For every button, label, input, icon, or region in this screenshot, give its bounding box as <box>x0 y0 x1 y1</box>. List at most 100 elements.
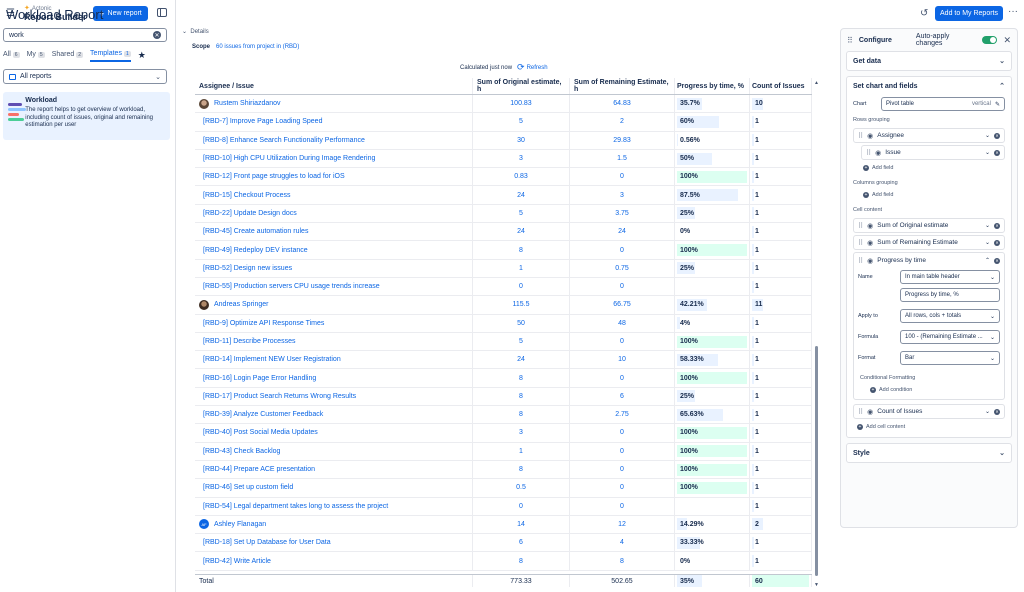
auto-apply-toggle[interactable] <box>981 36 998 44</box>
issue-link[interactable]: [RBD-8] Enhance Search Functionality Per… <box>199 137 365 144</box>
add-cell-content-button[interactable]: + Add cell content <box>847 421 1011 433</box>
drag-icon[interactable]: ⠿ <box>866 149 871 157</box>
remove-icon[interactable]: ✕ <box>994 257 1000 264</box>
name-text-input[interactable]: Progress by time, % <box>900 288 1000 302</box>
chevron-down-icon[interactable]: ⌄ <box>985 239 990 246</box>
remaining-value[interactable]: 0.75 <box>615 265 629 272</box>
original-value[interactable]: 8 <box>519 466 523 473</box>
original-value[interactable]: 24 <box>517 356 525 363</box>
tab-shared[interactable]: Shared 2 <box>52 50 84 62</box>
drag-handle-icon[interactable]: ⠿ <box>847 36 853 45</box>
remaining-value[interactable]: 64.83 <box>613 100 631 107</box>
original-value[interactable]: 24 <box>517 228 525 235</box>
set-chart-header[interactable]: Set chart and fields ⌃ <box>847 77 1011 95</box>
remaining-value[interactable]: 48 <box>618 320 626 327</box>
remove-icon[interactable]: ✕ <box>994 132 1000 139</box>
original-value[interactable]: 8 <box>519 558 523 565</box>
chart-type-select[interactable]: Pivot table vertical ✎ <box>881 97 1005 111</box>
table-scrollbar[interactable] <box>814 78 819 588</box>
sidebar-toggle-icon[interactable] <box>157 8 167 17</box>
format-select[interactable]: Bar ⌄ <box>900 351 1000 365</box>
remove-icon[interactable]: ✕ <box>994 239 1000 246</box>
remaining-value[interactable]: 3 <box>620 192 624 199</box>
scroll-up-icon[interactable]: ▲ <box>814 80 819 86</box>
original-value[interactable]: 3 <box>519 155 523 162</box>
issue-link[interactable]: [RBD-49] Redeploy DEV instance <box>199 247 308 254</box>
remaining-value[interactable]: 0 <box>620 503 624 510</box>
formula-select[interactable]: 100 - (Remaining Estimate ... ⌄ <box>900 330 1000 344</box>
original-value[interactable]: 50 <box>517 320 525 327</box>
issue-link[interactable]: [RBD-18] Set Up Database for User Data <box>199 539 331 546</box>
remaining-value[interactable]: 0 <box>620 247 624 254</box>
eye-icon[interactable]: ◉ <box>867 408 873 416</box>
original-value[interactable]: 24 <box>517 192 525 199</box>
issue-link[interactable]: [RBD-12] Front page struggles to load fo… <box>199 173 345 180</box>
remaining-value[interactable]: 1.5 <box>617 155 627 162</box>
remaining-value[interactable]: 0 <box>620 484 624 491</box>
chevron-down-icon[interactable]: ⌄ <box>985 222 990 229</box>
issue-link[interactable]: [RBD-40] Post Social Media Updates <box>199 429 318 436</box>
eye-icon[interactable]: ◉ <box>867 257 873 265</box>
original-value[interactable]: 1 <box>519 265 523 272</box>
issue-link[interactable]: [RBD-17] Product Search Returns Wrong Re… <box>199 393 356 400</box>
chevron-up-icon[interactable]: ⌃ <box>985 257 990 264</box>
original-value[interactable]: 30 <box>517 137 525 144</box>
issue-link[interactable]: [RBD-54] Legal department takes long to … <box>199 503 388 510</box>
eye-icon[interactable]: ◉ <box>875 149 881 157</box>
cell-field-progress[interactable]: ⠿ ◉ Progress by time ⌃ ✕ <box>854 253 1004 268</box>
header-count[interactable]: Count of Issues <box>750 78 812 94</box>
remaining-value[interactable]: 0 <box>620 338 624 345</box>
tab-templates[interactable]: Templates 1 <box>90 50 131 62</box>
issue-link[interactable]: [RBD-43] Check Backlog <box>199 448 280 455</box>
search-input[interactable]: work ✕ <box>3 28 167 42</box>
issue-link[interactable]: [RBD-7] Improve Page Loading Speed <box>199 118 322 125</box>
details-toggle[interactable]: ⌄ Details <box>182 28 209 35</box>
apply-select[interactable]: All rows, cols + totals ⌄ <box>900 309 1000 323</box>
chevron-down-icon[interactable]: ⌄ <box>985 149 990 156</box>
remaining-value[interactable]: 12 <box>618 521 626 528</box>
remaining-value[interactable]: 0 <box>620 466 624 473</box>
add-condition-button[interactable]: + Add condition <box>854 384 1004 399</box>
row-field-issue[interactable]: ⠿ ◉ Issue ⌄ ✕ <box>861 145 1005 160</box>
remaining-value[interactable]: 8 <box>620 558 624 565</box>
issue-link[interactable]: [RBD-22] Update Design docs <box>199 210 297 217</box>
tab-all[interactable]: All 6 <box>3 50 20 62</box>
original-value[interactable]: 5 <box>519 210 523 217</box>
original-value[interactable]: 8 <box>519 393 523 400</box>
scrollbar-thumb[interactable] <box>815 346 818 576</box>
issue-link[interactable]: [RBD-42] Write Article <box>199 558 271 565</box>
original-value[interactable]: 0 <box>519 503 523 510</box>
issue-link[interactable]: [RBD-9] Optimize API Response Times <box>199 320 324 327</box>
issue-link[interactable]: [RBD-11] Describe Processes <box>199 338 295 345</box>
remove-icon[interactable]: ✕ <box>994 222 1000 229</box>
get-data-section[interactable]: Get data ⌄ <box>846 51 1012 71</box>
header-progress[interactable]: Progress by time, % <box>675 78 750 94</box>
undo-icon[interactable]: ↺ <box>920 8 928 19</box>
more-icon[interactable]: ··· <box>1008 6 1018 17</box>
remaining-value[interactable]: 2 <box>620 118 624 125</box>
original-value[interactable]: 115.5 <box>513 301 530 308</box>
scroll-down-icon[interactable]: ▼ <box>814 582 819 588</box>
clear-icon[interactable]: ✕ <box>153 31 161 39</box>
eye-icon[interactable]: ◉ <box>867 239 873 247</box>
refresh-button[interactable]: ⟳ Refresh <box>517 62 548 73</box>
header-assignee[interactable]: Assignee / Issue <box>195 78 473 94</box>
remaining-value[interactable]: 10 <box>618 356 626 363</box>
close-icon[interactable]: ✕ <box>1003 35 1011 46</box>
drag-icon[interactable]: ⠿ <box>858 408 863 416</box>
remove-icon[interactable]: ✕ <box>994 149 1000 156</box>
add-row-field-button[interactable]: + Add field <box>847 162 1011 174</box>
header-remaining[interactable]: Sum of Remaining Estimate, h <box>570 78 675 94</box>
eye-icon[interactable]: ◉ <box>867 132 873 140</box>
remaining-value[interactable]: 0 <box>620 283 624 290</box>
cell-field-original[interactable]: ⠿ ◉ Sum of Original estimate ⌄ ✕ <box>853 218 1005 233</box>
original-value[interactable]: 8 <box>519 411 523 418</box>
drag-icon[interactable]: ⠿ <box>858 222 863 230</box>
original-value[interactable]: 14 <box>517 521 525 528</box>
issue-link[interactable]: [RBD-15] Checkout Process <box>199 192 291 199</box>
assignee-name[interactable]: Andreas Springer <box>214 301 268 308</box>
issue-link[interactable]: [RBD-39] Analyze Customer Feedback <box>199 411 323 418</box>
edit-icon[interactable]: ✎ <box>995 101 1000 108</box>
issue-link[interactable]: [RBD-44] Prepare ACE presentation <box>199 466 315 473</box>
original-value[interactable]: 0.83 <box>514 173 528 180</box>
